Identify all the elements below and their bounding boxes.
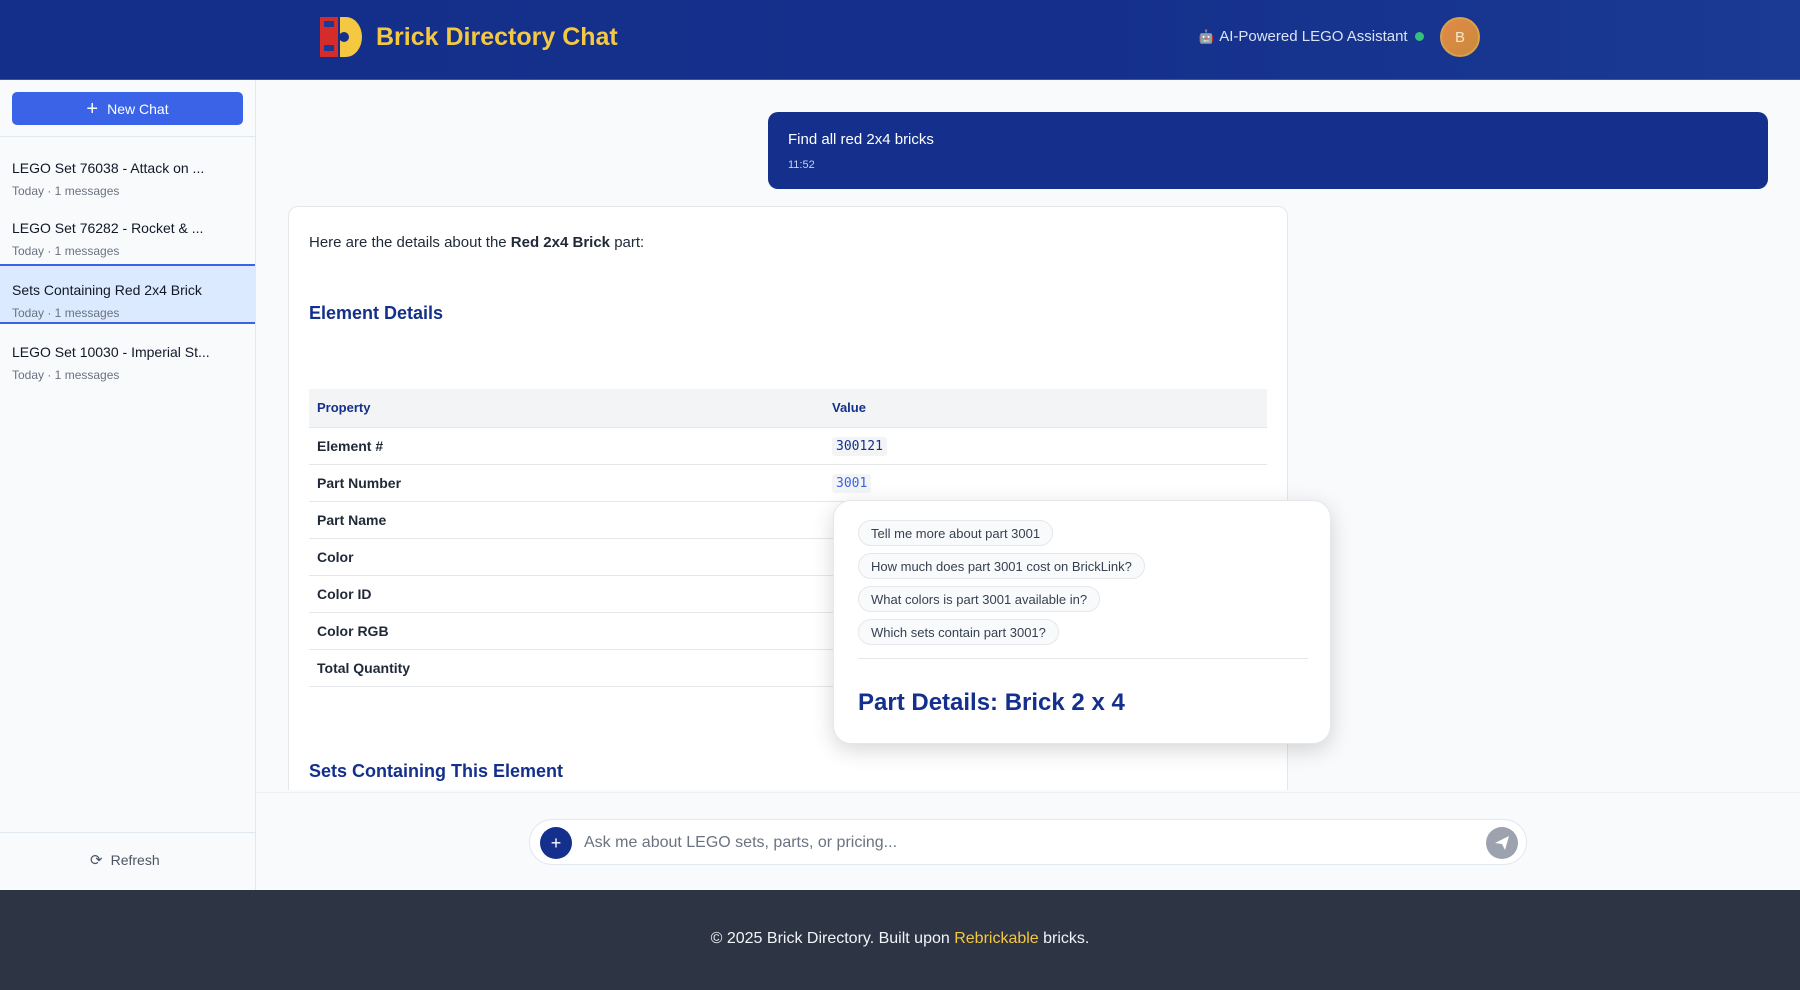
footer-suffix: bricks. — [1038, 930, 1090, 947]
app-footer: © 2025 Brick Directory. Built upon Rebri… — [0, 890, 1800, 990]
user-message-text: Find all red 2x4 bricks — [788, 131, 934, 148]
send-button[interactable] — [1486, 827, 1518, 859]
add-attachment-button[interactable]: + — [540, 827, 572, 859]
refresh-button[interactable]: ⟳ Refresh — [90, 851, 160, 869]
chat-item-meta: Today · 1 messages — [12, 368, 120, 382]
rebrickable-link[interactable]: Rebrickable — [954, 930, 1038, 947]
property-cell: Element # — [309, 426, 824, 464]
new-chat-label: New Chat — [107, 100, 169, 117]
brand[interactable]: Brick Directory Chat — [318, 15, 618, 59]
footer-prefix: © 2025 Brick Directory. Built upon — [710, 930, 955, 947]
composer: + — [529, 819, 1527, 865]
intro-prefix: Here are the details about the — [309, 234, 511, 251]
column-header-value: Value — [824, 389, 1267, 427]
refresh-label: Refresh — [110, 852, 160, 868]
suggestion-chip[interactable]: Which sets contain part 3001? — [858, 619, 1059, 645]
value-cell: 300121 — [824, 426, 1267, 464]
table-row: Part Number 3001 — [309, 463, 1267, 501]
part-number-code[interactable]: 3001 — [832, 474, 872, 493]
suggestion-chip[interactable]: What colors is part 3001 available in? — [858, 586, 1101, 612]
chat-item-title: Sets Containing Red 2x4 Brick — [12, 282, 202, 298]
table-row: Element # 300121 — [309, 426, 1267, 464]
new-chat-button[interactable]: + New Chat — [12, 92, 243, 125]
chat-item-meta: Today · 1 messages — [12, 306, 120, 320]
section-heading-sets-containing: Sets Containing This Element — [309, 761, 564, 781]
assistant-label: 🤖 AI-Powered LEGO Assistant — [1198, 28, 1408, 45]
chat-input[interactable] — [584, 828, 1444, 858]
user-avatar[interactable]: B — [1440, 17, 1480, 57]
chat-item-meta: Today · 1 messages — [12, 244, 120, 258]
chat-history-item[interactable]: LEGO Set 10030 - Imperial St... Today · … — [0, 326, 255, 386]
online-status-indicator — [1415, 32, 1424, 41]
column-header-property: Property — [309, 389, 824, 427]
refresh-icon: ⟳ — [90, 852, 103, 869]
assistant-intro: Here are the details about the Red 2x4 B… — [309, 234, 644, 251]
robot-icon: 🤖 — [1198, 28, 1215, 44]
intro-bold: Red 2x4 Brick — [510, 234, 611, 251]
chat-history-item-active[interactable]: Sets Containing Red 2x4 Brick Today · 1 … — [0, 264, 255, 324]
chat-item-title: LEGO Set 76282 - Rocket & ... — [12, 220, 204, 236]
popover-divider — [858, 658, 1308, 659]
app-title: Brick Directory Chat — [376, 22, 618, 51]
intro-suffix: part: — [610, 234, 645, 251]
chat-history-item[interactable]: LEGO Set 76038 - Attack on ... Today · 1… — [0, 142, 255, 202]
property-cell: Color ID — [309, 574, 824, 612]
plus-icon: + — [86, 97, 99, 120]
user-message-bubble: Find all red 2x4 bricks 11:52 — [768, 112, 1768, 189]
send-icon — [1495, 836, 1509, 850]
property-cell: Part Number — [309, 463, 824, 501]
sidebar-divider — [0, 136, 256, 137]
suggestion-chip[interactable]: How much does part 3001 cost on BrickLin… — [858, 553, 1145, 579]
sidebar: + New Chat LEGO Set 76038 - Attack on ..… — [0, 80, 256, 890]
section-heading-element-details: Element Details — [309, 303, 444, 323]
refresh-bar: ⟳ Refresh — [0, 832, 256, 890]
chat-item-title: LEGO Set 10030 - Imperial St... — [12, 344, 210, 360]
assistant-text: AI-Powered LEGO Assistant — [1219, 28, 1408, 45]
property-cell: Total Quantity — [309, 648, 824, 687]
chat-history-item[interactable]: LEGO Set 76282 - Rocket & ... Today · 1 … — [0, 202, 255, 262]
part-suggestions-popover: Tell me more about part 3001 How much do… — [833, 500, 1331, 744]
composer-area: + — [256, 792, 1800, 890]
chat-item-meta: Today · 1 messages — [12, 184, 120, 198]
value-cell: 3001 — [824, 463, 1267, 501]
property-cell: Color — [309, 537, 824, 575]
chat-item-title: LEGO Set 76038 - Attack on ... — [12, 160, 205, 176]
suggestion-chip[interactable]: Tell me more about part 3001 — [858, 520, 1054, 546]
app-header: Brick Directory Chat 🤖 AI-Powered LEGO A… — [0, 0, 1800, 80]
part-details-title: Part Details: Brick 2 x 4 — [858, 689, 1125, 716]
property-cell: Part Name — [309, 500, 824, 538]
property-cell: Color RGB — [309, 611, 824, 649]
footer-text: © 2025 Brick Directory. Built upon Rebri… — [0, 930, 1800, 948]
brick-logo-icon — [318, 15, 362, 59]
table-header-row: Property Value — [309, 389, 1267, 427]
element-number-code: 300121 — [832, 437, 887, 456]
plus-icon: + — [550, 832, 562, 853]
message-timestamp: 11:52 — [788, 159, 815, 171]
